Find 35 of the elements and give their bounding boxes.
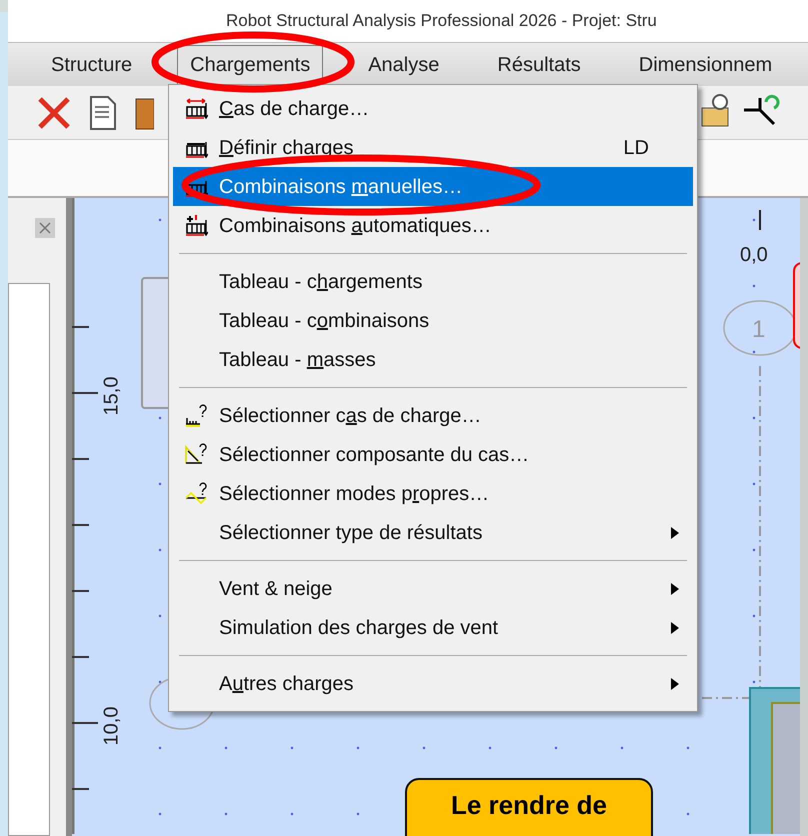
menu-item[interactable]: Combinaisons manuelles… — [173, 167, 693, 206]
menu-item[interactable]: Cas de charge… — [173, 89, 693, 128]
menu-bar-item[interactable]: Chargements — [177, 44, 324, 84]
menu-item[interactable]: Simulation des charges de vent — [173, 608, 693, 647]
close-icon[interactable] — [35, 218, 55, 238]
menu-item[interactable]: Tableau - masses — [173, 340, 693, 379]
menu-bar-item[interactable]: Structure — [38, 44, 146, 84]
menu-bar-item[interactable]: Analyse — [355, 44, 452, 84]
axis-number: 1 — [752, 315, 766, 345]
menu-item[interactable]: Sélectionner type de résultats — [173, 513, 693, 552]
shortcut-text: LD — [623, 136, 649, 160]
document-icon[interactable] — [88, 94, 118, 130]
load-grid-icon — [184, 96, 208, 120]
menu-item[interactable]: Autres charges — [173, 664, 693, 703]
delete-icon[interactable] — [36, 94, 72, 130]
menu-bar-item[interactable]: Résultats — [484, 44, 594, 84]
callout-note: Le rendre de — [405, 778, 653, 836]
menu-item[interactable]: Sélectionner modes propres… — [173, 474, 693, 513]
triangle-question-icon — [184, 442, 208, 466]
ruler-label: 10,0 — [99, 706, 124, 746]
load-grid-icon — [184, 214, 208, 238]
menu-item[interactable]: Sélectionner composante du cas… — [173, 435, 693, 474]
menu-item[interactable]: Combinaisons automatiques… — [173, 206, 693, 245]
menu-item[interactable]: Sélectionner cas de charge… — [173, 396, 693, 435]
menu-item[interactable]: Vent & neige — [173, 569, 693, 608]
axis-tick — [759, 210, 761, 230]
menu-item[interactable]: Tableau - combinaisons — [173, 301, 693, 340]
ruler-label: 15,0 — [99, 376, 124, 416]
load-question-icon — [184, 404, 208, 428]
menu-item[interactable]: Définir charges LD — [173, 128, 693, 167]
menu-item[interactable]: Tableau - chargements — [173, 262, 693, 301]
axis-label: 0,0 — [740, 243, 768, 268]
wave-question-icon — [184, 482, 208, 506]
window-title: Robot Structural Analysis Professional 2026 - Projet: Stru — [226, 10, 657, 32]
menu-bar-item[interactable]: Dimensionnem — [626, 44, 786, 84]
